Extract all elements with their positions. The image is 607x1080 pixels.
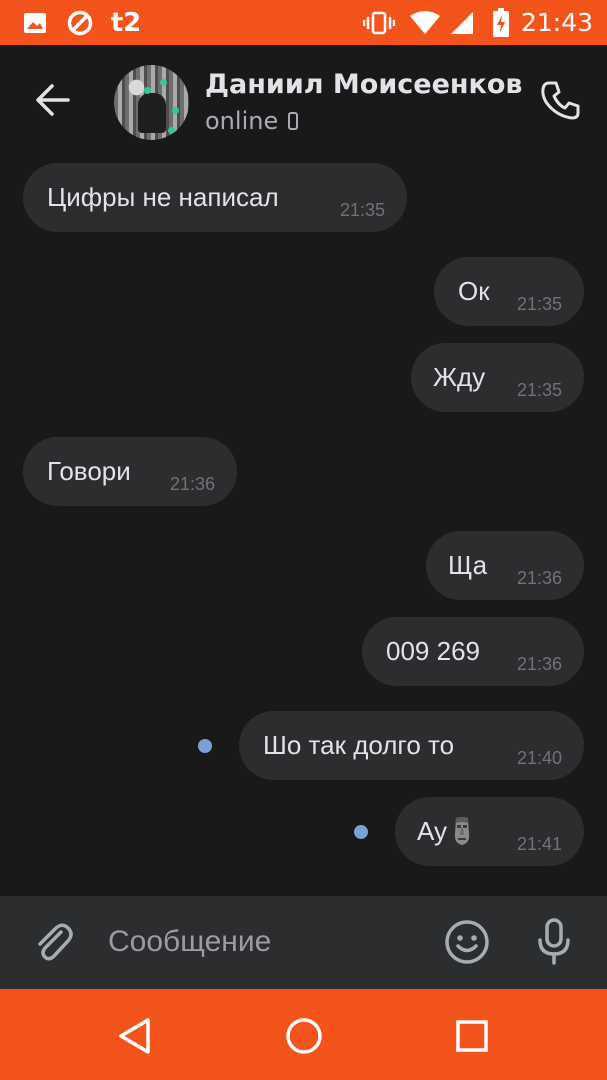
message-text: 009 269 [386,636,480,666]
message-bubble-incoming[interactable]: Говори 21:36 [23,437,237,506]
message-time: 21:36 [516,654,562,674]
message-bubble-outgoing[interactable]: Ща 21:36 [426,531,584,600]
message-text: Говори [47,456,131,486]
message-time: 21:36 [169,474,215,494]
recents-square-icon [456,1020,488,1052]
message-time: 21:40 [516,748,562,768]
call-button[interactable] [535,75,585,125]
message-bubble-incoming[interactable]: Цифры не написал 21:35 [23,163,407,232]
microphone-button[interactable] [530,916,578,968]
message-bubble-outgoing[interactable]: Жду 21:35 [411,343,584,412]
vibrate-icon [363,0,395,45]
status-time: 21:43 [520,8,593,37]
message-text: Ок [458,276,490,306]
message-bubble-outgoing[interactable]: Шо так долго то 21:40 [239,711,584,780]
avatar[interactable] [114,65,189,140]
nav-back-button[interactable] [110,1011,160,1061]
message-input[interactable] [108,918,418,966]
unread-indicator [354,825,368,839]
wifi-icon [408,0,442,45]
back-arrow-icon [36,84,70,116]
home-circle-icon [286,1018,322,1054]
back-triangle-icon [119,1018,150,1054]
message-text: Ау [417,816,473,847]
message-time: 21:35 [516,380,562,400]
emoji-button[interactable] [443,918,491,966]
message-text-content: Ау [417,816,448,846]
chat-header: Даниил Моисеенков online [0,45,607,155]
contact-status: online [205,107,299,135]
phone-icon [541,81,580,120]
status-text: online [205,107,279,135]
status-bar: t2 21:43 [0,0,607,45]
message-text: Шо так долго то [263,730,455,760]
mobile-device-icon [288,112,299,130]
nav-recents-button[interactable] [447,1011,497,1061]
attach-button[interactable] [30,918,78,966]
unread-indicator [198,739,212,753]
message-bubble-outgoing[interactable]: Ау 21:41 [395,797,584,866]
contact-name[interactable]: Даниил Моисеенков [205,69,523,100]
carrier-logo: t2 [110,7,142,38]
message-composer [0,896,607,989]
message-bubble-outgoing[interactable]: Ок 21:35 [434,257,584,326]
image-icon [22,0,48,45]
message-text: Ща [448,550,488,580]
system-nav-bar [0,989,607,1080]
microphone-icon [538,918,570,965]
nav-home-button[interactable] [279,1011,329,1061]
message-text: Цифры не написал [47,182,279,212]
message-bubble-outgoing[interactable]: 009 269 21:36 [362,617,584,686]
back-button[interactable] [28,75,78,125]
message-time: 21:36 [516,568,562,588]
message-time: 21:41 [516,834,562,854]
battery-charging-icon [490,0,512,45]
signal-icon [448,0,476,45]
message-text: Жду [433,362,486,392]
attach-icon [38,923,73,961]
message-time: 21:35 [516,294,562,314]
message-time: 21:35 [339,200,385,220]
message-list[interactable]: Цифры не написал 21:35 Ок 21:35 Жду 21:3… [0,155,607,895]
blocked-icon [66,0,94,45]
moai-emoji-icon [451,816,473,846]
emoji-icon [445,920,489,964]
